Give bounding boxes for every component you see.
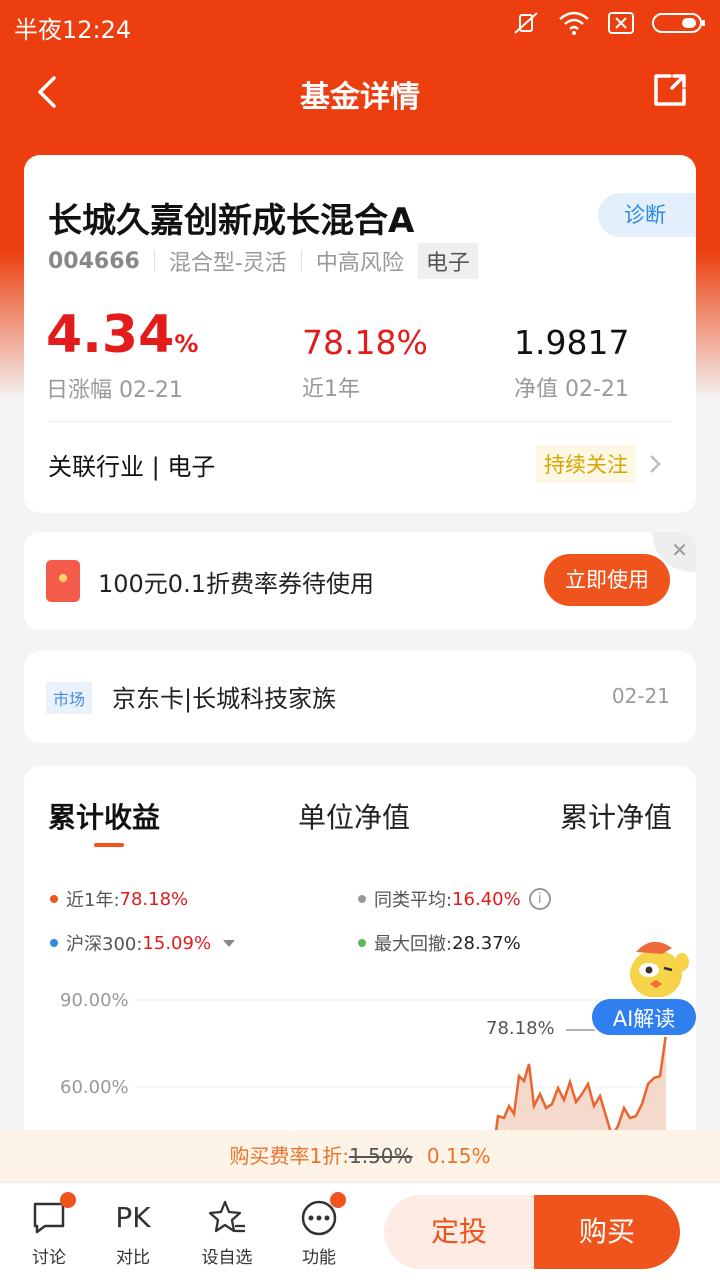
add-watchlist-label: 设自选 xyxy=(201,1248,253,1268)
promo-new-rate: 0.15% xyxy=(426,1144,491,1168)
red-envelope-icon xyxy=(46,560,80,602)
notification-badge xyxy=(60,1192,76,1208)
info-icon[interactable]: i xyxy=(528,888,551,910)
legend-category-average: 同类平均: 16.40% i xyxy=(358,886,551,912)
dropdown-arrow-icon[interactable] xyxy=(223,939,236,947)
legend-label: 沪深300: xyxy=(66,934,143,955)
legend-hs300[interactable]: 沪深300: 15.09% xyxy=(50,930,236,956)
legend-value: 15.09% xyxy=(142,932,212,954)
daily-change-value: 4.34 xyxy=(46,305,175,365)
fee-promo-bar: 购买费率1折:1.50% 0.15% xyxy=(0,1130,720,1182)
promo-old-rate: 1.50% xyxy=(349,1144,413,1168)
fund-name: 长城久嘉创新成长混合A xyxy=(48,201,415,241)
nav-stat: 1.9817 净值 02-21 xyxy=(514,305,629,403)
function-label: 功能 xyxy=(302,1248,336,1268)
annotation-label: 78.18% xyxy=(486,1018,555,1039)
sim-icon xyxy=(608,12,634,34)
nav-value: 1.9817 xyxy=(514,323,630,362)
daily-change-unit: % xyxy=(174,330,199,358)
legend-value: 28.37% xyxy=(452,932,521,954)
divider xyxy=(48,421,672,422)
nav-label: 净值 02-21 xyxy=(514,377,629,402)
nav-bar: 基金详情 xyxy=(0,60,720,124)
close-icon[interactable]: ✕ xyxy=(671,538,688,562)
tab-unit-nav[interactable]: 单位净值 xyxy=(298,796,410,836)
status-bar: 半夜12:24 xyxy=(0,0,720,50)
legend-dot xyxy=(50,895,58,903)
legend-value: 78.18% xyxy=(119,888,189,910)
tag-divider xyxy=(300,250,302,272)
year-return-stat: 78.18% 近1年 xyxy=(302,305,428,403)
compare-button[interactable]: PK 对比 xyxy=(98,1197,168,1268)
tab-cumulative-nav[interactable]: 累计净值 xyxy=(560,796,672,836)
daily-change-stat: 4.34% 日涨幅 02-21 xyxy=(46,305,198,404)
fund-risk: 中高风险 xyxy=(315,251,404,276)
chevron-right-icon[interactable] xyxy=(648,453,662,475)
bottom-toolbar: 讨论 PK 对比 设自选 功能 定投 购买 xyxy=(0,1182,720,1280)
legend-label: 最大回撤: xyxy=(374,934,453,955)
news-title[interactable]: 京东卡|长城科技家族 xyxy=(112,679,336,714)
related-industry[interactable]: 关联行业 | 电子 xyxy=(48,447,215,482)
legend-value: 16.40% xyxy=(452,888,521,910)
notification-badge xyxy=(330,1192,346,1208)
legend-label: 同类平均: xyxy=(374,890,453,911)
coupon-text: 100元0.1折费率券待使用 xyxy=(98,570,374,598)
diagnose-button[interactable]: 诊断 xyxy=(598,193,696,237)
mascot-icon[interactable] xyxy=(622,932,692,1002)
legend-max-drawdown: 最大回撤: 28.37% xyxy=(358,930,521,956)
sector-tag[interactable]: 电子 xyxy=(417,243,478,279)
status-time: 半夜12:24 xyxy=(14,16,132,44)
use-coupon-button[interactable]: 立即使用 xyxy=(544,554,670,606)
active-tab-indicator xyxy=(94,843,124,847)
chart-card: 累计收益 单位净值 累计净值 近1年: 78.18% 同类平均: 16.40% i … xyxy=(24,766,696,1146)
discuss-label: 讨论 xyxy=(32,1248,66,1268)
auto-invest-button[interactable]: 定投 xyxy=(384,1195,534,1269)
battery-icon xyxy=(652,13,705,33)
fund-code: 004666 xyxy=(48,248,140,274)
fund-type: 混合型-灵活 xyxy=(168,251,287,276)
fund-summary-card: 长城久嘉创新成长混合A 诊断 004666 混合型-灵活 中高风险 电子 4.3… xyxy=(24,155,696,513)
tag-divider xyxy=(153,250,155,272)
legend-dot xyxy=(358,939,366,947)
follow-badge[interactable]: 持续关注 xyxy=(536,445,636,483)
return-chart[interactable] xyxy=(24,976,696,1146)
market-tag: 市场 xyxy=(46,682,93,714)
legend-dot xyxy=(50,939,58,947)
wifi-icon xyxy=(559,11,589,35)
page-title: 基金详情 xyxy=(300,80,420,115)
add-watchlist-button[interactable]: 设自选 xyxy=(192,1197,262,1268)
pk-icon: PK xyxy=(115,1201,151,1234)
function-button[interactable]: 功能 xyxy=(284,1192,354,1268)
fund-tags: 004666 混合型-灵活 中高风险 电子 xyxy=(48,243,478,279)
legend-dot xyxy=(358,895,366,903)
year-return-value: 78.18% xyxy=(302,323,428,362)
discuss-button[interactable]: 讨论 xyxy=(14,1192,84,1268)
coupon-card: 100元0.1折费率券待使用 立即使用 ✕ xyxy=(24,532,696,630)
tab-cumulative-return[interactable]: 累计收益 xyxy=(48,796,160,836)
ai-interpret-button[interactable]: AI解读 xyxy=(590,997,696,1037)
news-date: 02-21 xyxy=(611,684,670,708)
promo-prefix: 购买费率1折: xyxy=(229,1144,349,1168)
compare-label: 对比 xyxy=(116,1248,150,1268)
year-return-label: 近1年 xyxy=(302,377,360,402)
legend-label: 近1年: xyxy=(66,890,120,911)
star-list-icon xyxy=(208,1200,245,1233)
mute-vibrate-icon xyxy=(514,12,538,34)
buy-button[interactable]: 购买 xyxy=(534,1195,680,1269)
daily-change-label: 日涨幅 02-21 xyxy=(46,378,183,403)
legend-fund: 近1年: 78.18% xyxy=(50,886,188,912)
news-card[interactable]: 市场 京东卡|长城科技家族 02-21 xyxy=(24,651,696,743)
share-icon[interactable] xyxy=(650,70,690,110)
